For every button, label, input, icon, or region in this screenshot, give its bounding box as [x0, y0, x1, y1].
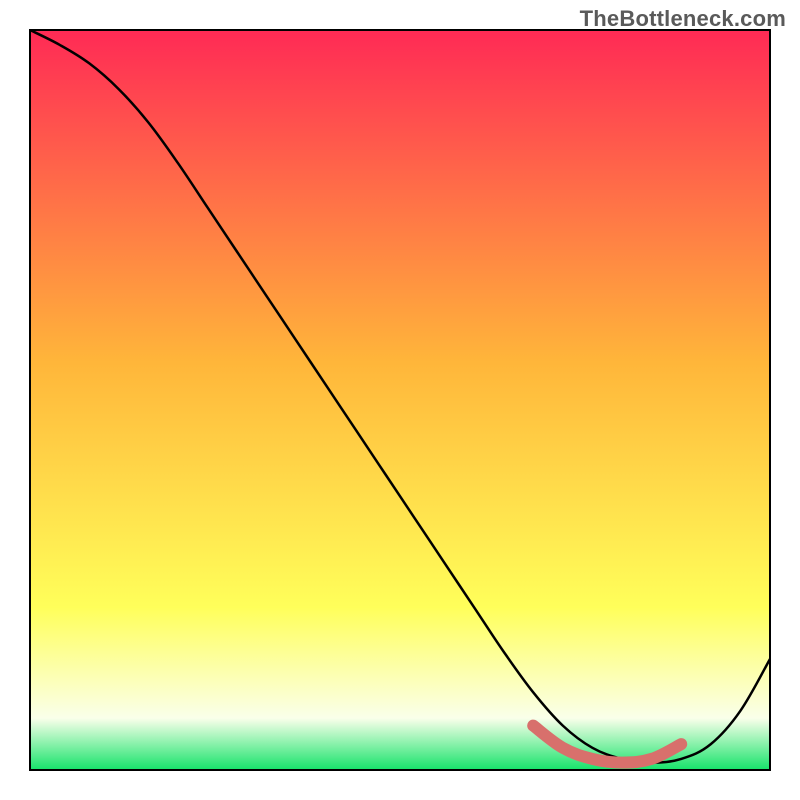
attribution-label: TheBottleneck.com	[580, 6, 786, 32]
chart-svg	[0, 0, 800, 800]
gradient-background	[30, 30, 770, 770]
bottleneck-chart: TheBottleneck.com	[0, 0, 800, 800]
